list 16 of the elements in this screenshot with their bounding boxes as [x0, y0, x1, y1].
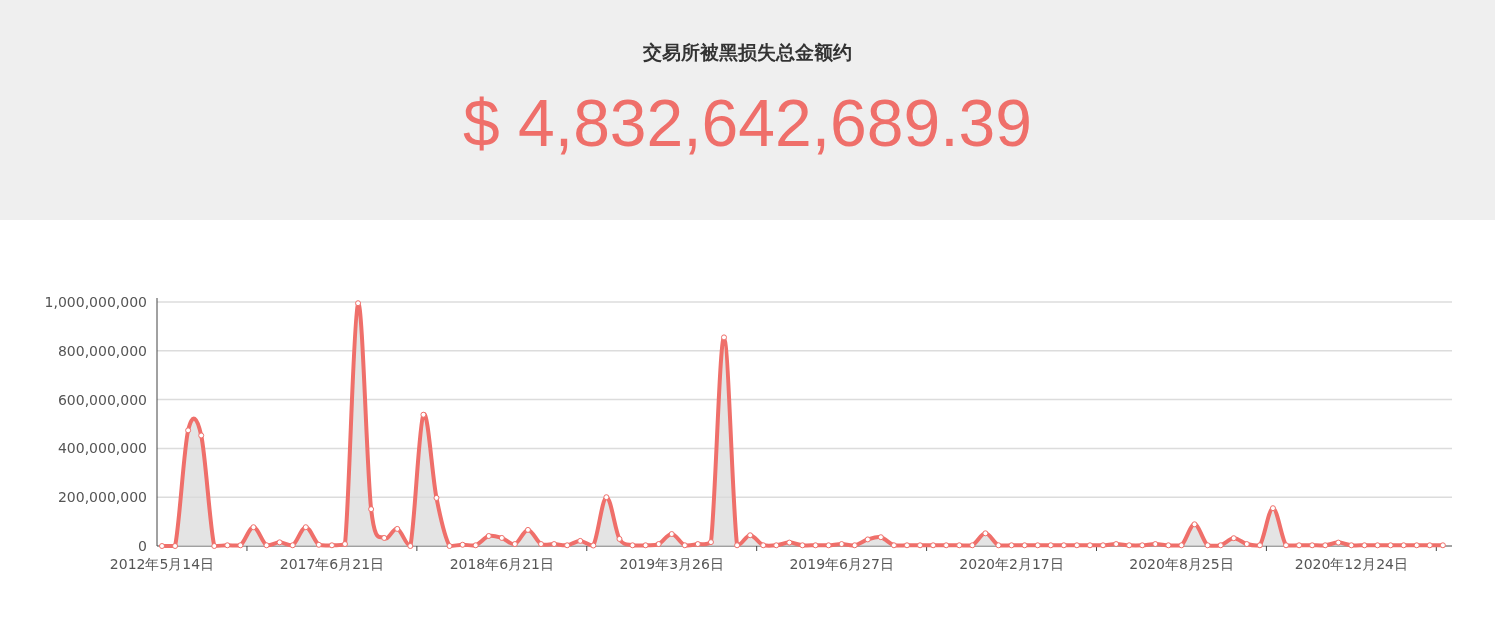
axis-label: 2020年8月25日 — [1129, 556, 1234, 572]
axis-label: 0 — [138, 538, 147, 554]
axis-label: 2017年6月21日 — [279, 556, 385, 572]
axis-label: 2012年5月14日 — [109, 556, 215, 572]
axis-label: 2020年2月17日 — [959, 556, 1064, 572]
total-amount: $ 4,832,642,689.39 — [463, 90, 1032, 156]
axis-label: 2018年6月21日 — [449, 556, 554, 572]
axis-label: 1,000,000,000 — [44, 294, 147, 310]
axis-label: 2019年3月26日 — [619, 556, 724, 572]
axis-label: 2019年6月27日 — [789, 556, 894, 572]
axis-label: 600,000,000 — [57, 391, 147, 408]
axis-label: 400,000,000 — [57, 440, 147, 457]
axis-label: 800,000,000 — [57, 342, 147, 359]
axis-label: 2020年12月24日 — [1294, 556, 1408, 572]
header-title: 交易所被黑损失总金额约 — [643, 40, 852, 65]
axis-label: 200,000,000 — [57, 489, 147, 506]
